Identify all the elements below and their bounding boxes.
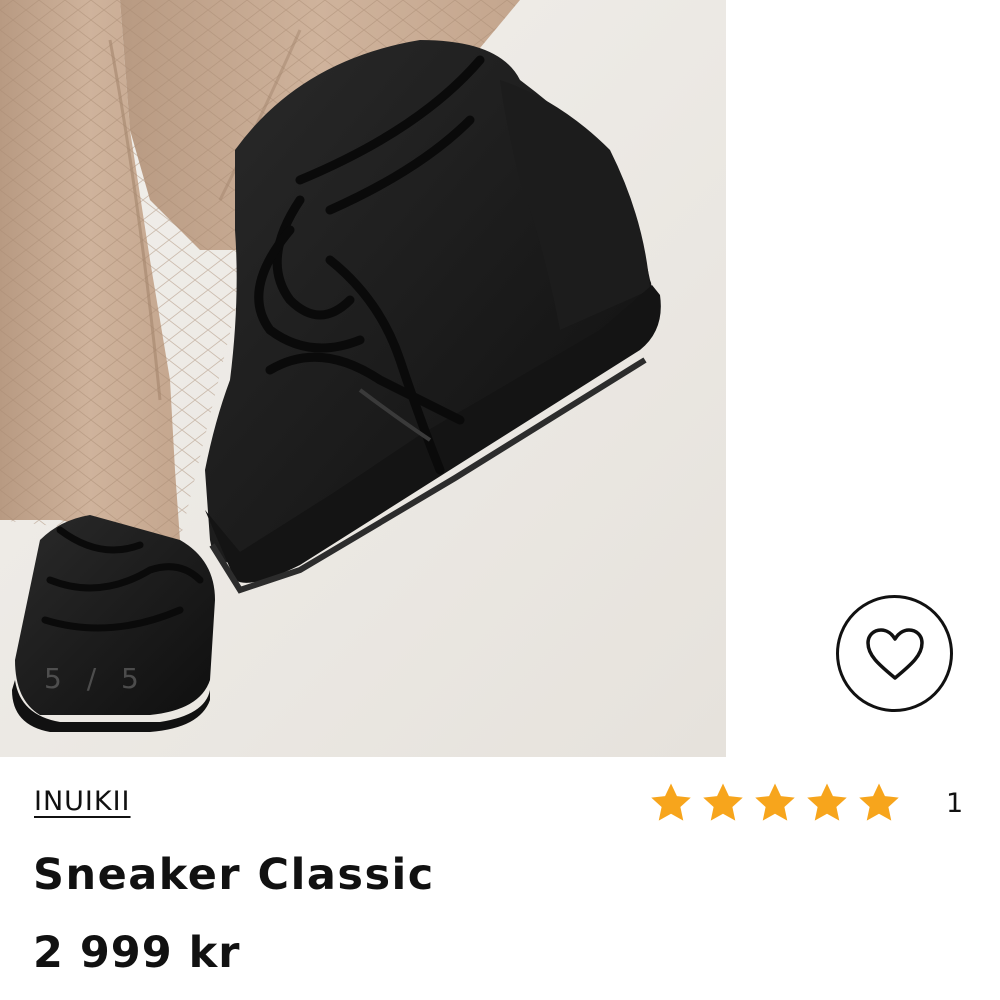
brand-link[interactable]: INUIKII (34, 786, 131, 817)
heart-outline-icon (865, 627, 924, 680)
product-image-gallery[interactable]: 5 / 5 (0, 0, 726, 757)
product-image (0, 0, 726, 757)
star-icon (703, 783, 743, 821)
product-price: 2 999 kr (33, 928, 241, 978)
rating-summary[interactable]: 1 (648, 778, 963, 828)
product-name: Sneaker Classic (33, 850, 435, 900)
star-icon (807, 783, 847, 821)
star-icon (859, 783, 899, 821)
star-icon (755, 783, 795, 821)
review-count: 1 (946, 787, 964, 819)
product-page: 5 / 5 INUIKII 1 Sneaker Classic 2 999 kr (0, 0, 1000, 1000)
image-counter: 5 / 5 (44, 662, 147, 695)
star-rating (648, 780, 902, 826)
wishlist-button[interactable] (836, 595, 953, 712)
star-icon (651, 783, 691, 821)
